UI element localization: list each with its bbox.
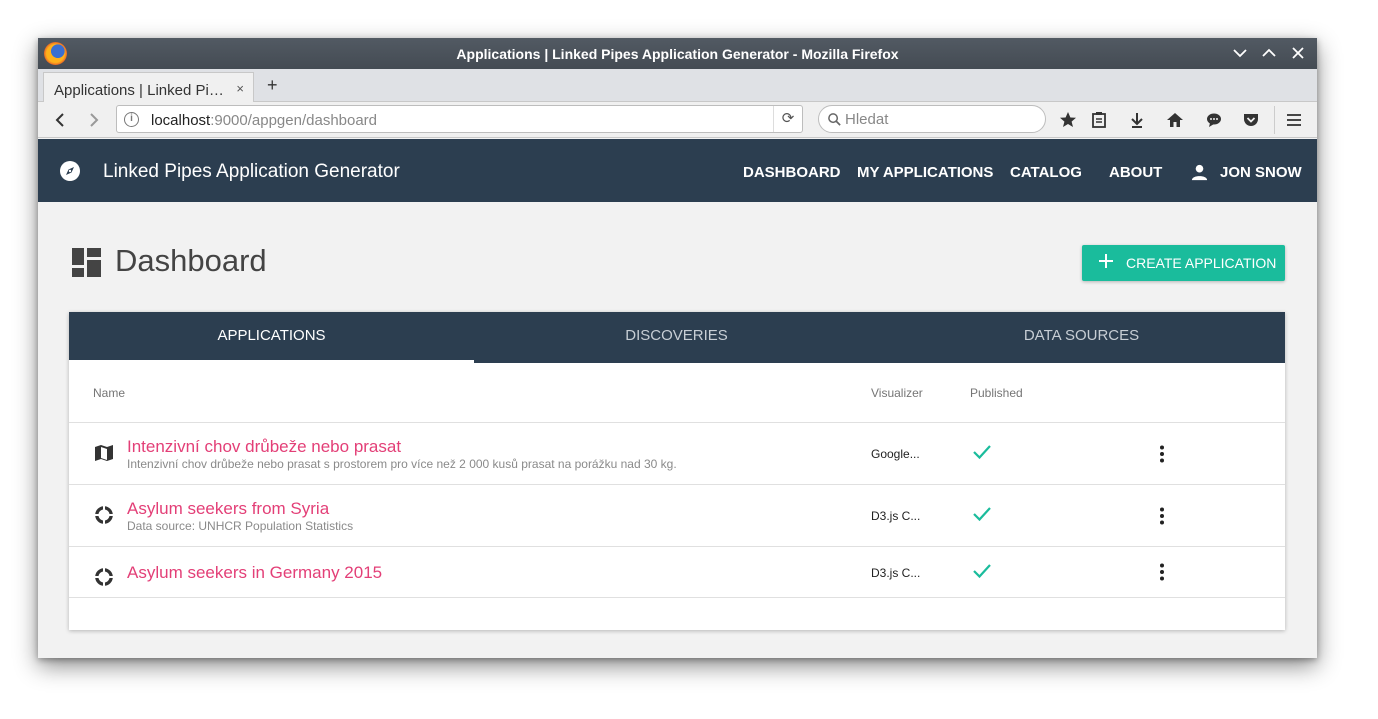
window-titlebar: Applications | Linked Pipes Application … [38, 38, 1317, 69]
forward-icon[interactable] [82, 108, 106, 132]
window-title: Applications | Linked Pipes Application … [456, 46, 899, 62]
application-visualizer: Google... [871, 447, 920, 461]
published-check-icon [971, 441, 993, 463]
create-application-button[interactable]: CREATE APPLICATION [1082, 245, 1285, 281]
application-title[interactable]: Asylum seekers in Germany 2015 [127, 563, 382, 583]
column-header-published[interactable]: Published [970, 386, 1023, 400]
bookmark-star-icon[interactable] [1058, 110, 1078, 130]
app-name[interactable]: Linked Pipes Application Generator [103, 161, 400, 183]
chat-icon[interactable] [1204, 110, 1224, 130]
table-row[interactable]: Asylum seekers from Syria Data source: U… [69, 484, 1285, 546]
nav-user[interactable]: JON SNOW [1220, 164, 1302, 181]
application-description: Intenzivní chov drůbeže nebo prasat s pr… [127, 457, 677, 471]
compass-icon[interactable] [60, 161, 80, 181]
bookmarks-list-icon[interactable] [1089, 110, 1109, 130]
back-icon[interactable] [48, 108, 72, 132]
nav-dashboard[interactable]: DASHBOARD [743, 164, 841, 181]
application-title[interactable]: Asylum seekers from Syria [127, 499, 329, 519]
application-description: Data source: UNHCR Population Statistics [127, 519, 354, 533]
applications-card: APPLICATIONS DISCOVERIES DATA SOURCES Na… [69, 312, 1285, 630]
hamburger-menu-icon[interactable] [1284, 110, 1304, 130]
tab-discoveries[interactable]: DISCOVERIES [474, 312, 879, 363]
published-check-icon [971, 560, 993, 582]
column-header-visualizer[interactable]: Visualizer [871, 386, 923, 400]
more-options-icon[interactable] [1152, 562, 1172, 582]
dashboard-icon [72, 248, 101, 277]
page-title: Dashboard [115, 243, 267, 278]
tab-data-sources[interactable]: DATA SOURCES [879, 312, 1284, 363]
home-icon[interactable] [1165, 110, 1185, 130]
new-tab-button[interactable]: + [267, 75, 278, 96]
column-header-name[interactable]: Name [93, 386, 125, 400]
donut-chart-icon [93, 566, 115, 588]
close-tab-icon[interactable]: × [236, 81, 244, 96]
donut-chart-icon [93, 504, 115, 526]
pocket-icon[interactable] [1241, 110, 1261, 130]
active-tab-indicator [69, 360, 474, 363]
tab-applications[interactable]: APPLICATIONS [69, 312, 474, 363]
toolbar-separator [1274, 106, 1275, 134]
user-icon[interactable] [1190, 163, 1209, 182]
site-info-icon[interactable]: i [124, 112, 139, 127]
download-icon[interactable] [1127, 110, 1147, 130]
application-title[interactable]: Intenzivní chov drůbeže nebo prasat [127, 437, 401, 457]
table-bottom-divider [69, 597, 1285, 598]
plus-icon [1097, 252, 1115, 270]
maximize-icon[interactable] [1258, 43, 1280, 63]
nav-about[interactable]: ABOUT [1109, 164, 1162, 181]
application-visualizer: D3.js C... [871, 566, 921, 580]
nav-my-applications[interactable]: MY APPLICATIONS [857, 164, 993, 181]
search-bar[interactable] [818, 105, 1046, 133]
tab-bar: APPLICATIONS DISCOVERIES DATA SOURCES [69, 312, 1285, 363]
close-window-icon[interactable] [1287, 43, 1309, 63]
minimize-icon[interactable] [1229, 43, 1251, 63]
url-text[interactable]: localhost:9000/appgen/dashboard [151, 112, 377, 129]
search-icon [828, 113, 841, 126]
browser-tab-strip: Applications | Linked Pi… × + [38, 69, 1317, 103]
table-row[interactable]: Asylum seekers in Germany 2015 D3.js C..… [69, 546, 1285, 597]
browser-window: Applications | Linked Pipes Application … [38, 38, 1317, 658]
search-input[interactable] [845, 110, 1035, 129]
application-visualizer: D3.js C... [871, 509, 921, 523]
more-options-icon[interactable] [1152, 506, 1172, 526]
reload-icon[interactable]: ⟳ [773, 106, 802, 132]
app-header: Linked Pipes Application Generator DASHB… [38, 139, 1317, 202]
nav-catalog[interactable]: CATALOG [1010, 164, 1082, 181]
map-icon [93, 442, 115, 464]
browser-tab-title: Applications | Linked Pi… [54, 82, 224, 99]
published-check-icon [971, 503, 993, 525]
more-options-icon[interactable] [1152, 444, 1172, 464]
table-row[interactable]: Intenzivní chov drůbeže nebo prasat Inte… [69, 422, 1285, 484]
browser-navbar: i localhost:9000/appgen/dashboard ⟳ [38, 102, 1317, 138]
browser-tab[interactable]: Applications | Linked Pi… × [43, 72, 254, 103]
url-bar[interactable]: i localhost:9000/appgen/dashboard ⟳ [116, 105, 803, 133]
create-application-label: CREATE APPLICATION [1126, 255, 1277, 271]
